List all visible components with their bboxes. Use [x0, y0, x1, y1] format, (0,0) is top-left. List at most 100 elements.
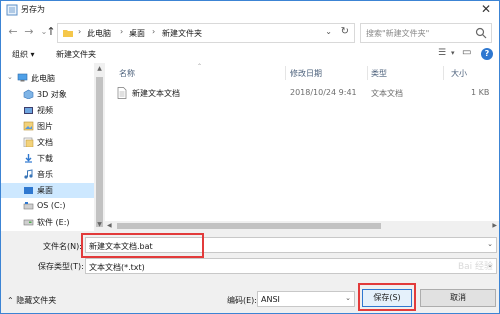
- address-row: ← → ⌄ ↑ › 此电脑 › 桌面 › 新建文件夹 ⌄ ↻ 搜索"新建文件夹": [1, 20, 499, 45]
- encoding-label: 编码(E):: [227, 296, 257, 305]
- notepad-icon: [6, 4, 18, 16]
- navigation-pane: ⌄ 此电脑 3D 对象 视频 图片 文档 下载 音乐 桌面 OS (C:) 软件…: [1, 63, 105, 231]
- table-row[interactable]: 新建文本文档 2018/10/24 9:41 文本文档 1 KB: [109, 85, 495, 101]
- organize-button[interactable]: 组织 ▾: [12, 49, 35, 60]
- back-icon[interactable]: ←: [7, 25, 19, 38]
- sidebar-item-drive-c[interactable]: OS (C:): [1, 199, 94, 214]
- sidebar-item-label: 桌面: [37, 186, 53, 195]
- chevron-up-icon: ⌃: [7, 296, 17, 305]
- sidebar-item-drive-e[interactable]: 软件 (E:): [1, 215, 94, 230]
- sidebar-item-3d-objects[interactable]: 3D 对象: [1, 87, 94, 102]
- hide-folders-toggle[interactable]: ⌃ 隐藏文件夹: [7, 295, 56, 306]
- scrollbar-thumb[interactable]: [117, 223, 381, 229]
- toolbar: 组织 ▾ 新建文件夹 ☰ ▾ ▭ ?: [1, 46, 499, 63]
- breadcrumb-desktop[interactable]: 桌面: [129, 28, 145, 39]
- file-list: ⌃ 名称 修改日期 类型 大小 新建文本文档 2018/10/24 9:41 文…: [105, 63, 499, 231]
- breadcrumb-separator: ›: [78, 27, 82, 36]
- title-bar: 另存为 ✕: [1, 1, 499, 19]
- drive-icon: [23, 219, 34, 226]
- breadcrumb-separator: ›: [120, 27, 124, 36]
- music-folder-icon: [24, 169, 33, 179]
- sidebar-item-downloads[interactable]: 下载: [1, 151, 94, 166]
- save-type-label: 保存类型(T):: [38, 262, 84, 271]
- sidebar-item-videos[interactable]: 视频: [1, 103, 94, 118]
- sidebar-item-desktop[interactable]: 桌面: [1, 183, 94, 198]
- cancel-button[interactable]: 取消: [420, 289, 496, 307]
- sidebar-item-pictures[interactable]: 图片: [1, 119, 94, 134]
- sidebar-item-label: 文档: [37, 138, 53, 147]
- preview-pane-icon[interactable]: ▭: [462, 47, 471, 58]
- encoding-select[interactable]: ANSI ⌄: [257, 291, 355, 307]
- sidebar-item-label: 软件 (E:): [37, 218, 70, 227]
- folder-icon: [63, 30, 73, 37]
- refresh-icon[interactable]: ↻: [341, 26, 349, 37]
- search-input[interactable]: 搜索"新建文件夹": [360, 23, 492, 43]
- file-name: 新建文本文档: [132, 89, 180, 98]
- sidebar-item-label: 视频: [37, 106, 53, 115]
- column-header-type[interactable]: 类型: [371, 68, 387, 79]
- chevron-down-icon[interactable]: ▾: [451, 49, 455, 57]
- computer-icon: [17, 73, 28, 82]
- sidebar-item-documents[interactable]: 文档: [1, 135, 94, 150]
- cube-folder-icon: [23, 89, 34, 99]
- column-divider[interactable]: [443, 66, 444, 80]
- file-modified: 2018/10/24 9:41: [290, 88, 357, 97]
- file-size: 1 KB: [471, 88, 490, 97]
- documents-folder-icon: [23, 137, 34, 147]
- save-button-highlight: [358, 283, 416, 311]
- nav-scrollbar[interactable]: ▲ ▼: [94, 63, 105, 231]
- column-divider[interactable]: [285, 66, 286, 80]
- encoding-value: ANSI: [261, 295, 280, 304]
- search-placeholder: 搜索"新建文件夹": [366, 29, 430, 38]
- breadcrumb-this-pc[interactable]: 此电脑: [87, 28, 111, 39]
- sort-indicator-icon: ⌃: [197, 63, 203, 70]
- downloads-folder-icon: [25, 154, 32, 163]
- sidebar-item-label: 此电脑: [31, 74, 55, 83]
- save-type-value: 文本文档(*.txt): [89, 263, 145, 272]
- help-icon[interactable]: ?: [481, 48, 493, 60]
- watermark: Bai 经验: [457, 262, 493, 272]
- filename-label: 文件名(N):: [43, 242, 82, 251]
- search-icon: [475, 27, 487, 39]
- text-file-icon: [117, 87, 127, 99]
- column-header-name[interactable]: 名称: [119, 68, 135, 79]
- breadcrumb-separator: ›: [152, 27, 156, 36]
- sidebar-item-music[interactable]: 音乐: [1, 167, 94, 182]
- view-options-icon[interactable]: ☰: [438, 48, 446, 58]
- column-header-modified[interactable]: 修改日期: [290, 68, 322, 79]
- chevron-down-icon[interactable]: ⌄: [7, 73, 13, 81]
- video-folder-icon: [24, 107, 33, 114]
- scroll-up-icon[interactable]: ▲: [94, 65, 105, 72]
- horizontal-scrollbar[interactable]: ◀ ▶: [105, 221, 499, 231]
- sidebar-item-label: 音乐: [37, 170, 53, 179]
- close-icon[interactable]: ✕: [481, 2, 491, 16]
- desktop-folder-icon: [24, 187, 33, 194]
- drive-icon: [23, 202, 34, 210]
- new-folder-button[interactable]: 新建文件夹: [56, 49, 96, 60]
- pictures-folder-icon: [23, 121, 34, 131]
- address-bar[interactable]: › 此电脑 › 桌面 › 新建文件夹 ⌄ ↻: [57, 23, 355, 43]
- sidebar-item-label: 图片: [37, 122, 53, 131]
- forward-icon[interactable]: →: [23, 25, 35, 38]
- save-type-select[interactable]: 文本文档(*.txt) ⌄: [85, 258, 497, 274]
- column-header-size[interactable]: 大小: [451, 68, 467, 79]
- chevron-down-icon[interactable]: ⌄: [345, 294, 351, 302]
- chevron-down-icon[interactable]: ⌄: [487, 240, 493, 248]
- file-type: 文本文档: [371, 89, 403, 98]
- save-options-panel: 文件名(N): 新建文本文档.bat ⌄ 保存类型(T): 文本文档(*.txt…: [1, 231, 499, 313]
- sidebar-item-this-pc[interactable]: ⌄ 此电脑: [1, 71, 94, 86]
- breadcrumb-new-folder[interactable]: 新建文件夹: [162, 28, 202, 39]
- window-title: 另存为: [21, 5, 45, 14]
- filename-highlight: [81, 233, 204, 258]
- column-divider[interactable]: [367, 66, 368, 80]
- sidebar-item-label: 下载: [37, 154, 53, 163]
- scroll-left-icon[interactable]: ◀: [107, 222, 112, 229]
- sidebar-item-label: OS (C:): [37, 201, 66, 210]
- sidebar-item-label: 3D 对象: [37, 90, 67, 99]
- up-icon[interactable]: ↑: [45, 25, 57, 38]
- hide-folders-label: 隐藏文件夹: [16, 296, 57, 305]
- scroll-down-icon[interactable]: ▼: [94, 221, 105, 228]
- scroll-right-icon[interactable]: ▶: [492, 222, 497, 229]
- scrollbar-thumb[interactable]: [96, 77, 103, 227]
- chevron-down-icon[interactable]: ⌄: [325, 27, 332, 36]
